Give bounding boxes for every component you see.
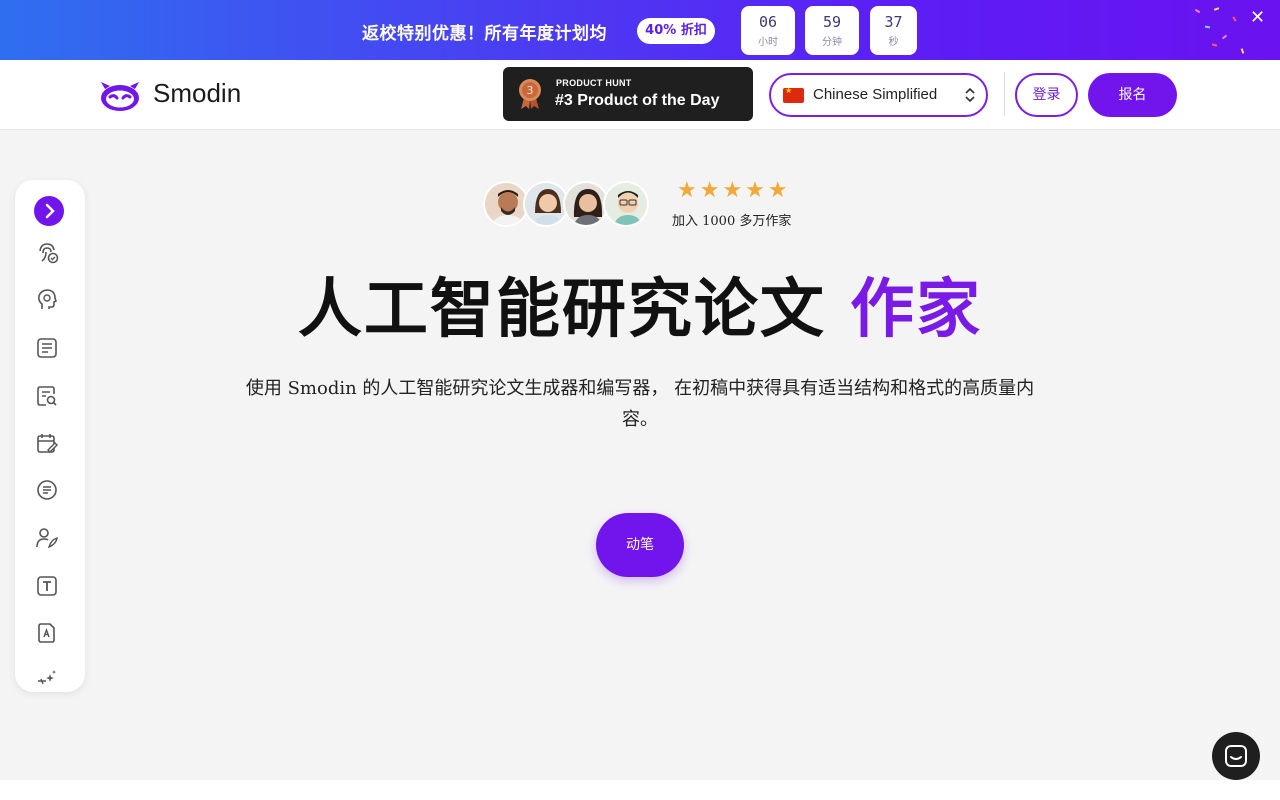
writers-count-text: 加入 1000 多万作家 — [672, 214, 792, 229]
medal-icon: 3 — [519, 79, 541, 109]
language-selector[interactable]: Chinese Simplified — [769, 73, 988, 117]
site-header: Smodin 3 PRODUCT HUNT #3 Product of the … — [0, 60, 1280, 130]
countdown-minutes-unit: 分钟 — [822, 37, 842, 48]
countdown-minutes-value: 59 — [822, 13, 842, 31]
start-writing-button[interactable]: 动笔 — [596, 513, 684, 577]
tools-sidebar — [15, 180, 85, 692]
countdown-hours: 06 小时 — [741, 6, 795, 55]
product-hunt-badge[interactable]: 3 PRODUCT HUNT #3 Product of the Day — [503, 67, 753, 121]
chat-icon — [1225, 745, 1247, 767]
robot-logo-icon[interactable] — [99, 79, 141, 111]
confetti-piece — [1240, 48, 1245, 54]
confetti-piece — [1232, 16, 1237, 22]
chevron-up-down-icon — [963, 85, 977, 106]
promo-banner: 返校特别优惠！所有年度计划均 40% 折扣 06 小时 59 分钟 37 秒 ✕ — [0, 0, 1280, 60]
confetti-piece — [1211, 43, 1218, 47]
countdown-seconds: 37 秒 — [870, 6, 917, 55]
countdown-seconds-value: 37 — [884, 13, 903, 31]
rating-stars: ★★★★★ — [677, 178, 791, 203]
page-subtitle: 使用 Smodin 的人工智能研究论文生成器和编写器， 在初稿中获得具有适当结构… — [245, 378, 1035, 430]
confetti-piece — [1213, 7, 1220, 11]
calendar-edit-icon[interactable] — [35, 431, 59, 455]
promo-text: 返校特别优惠！所有年度计划均 — [362, 24, 607, 44]
page-title: 人工智能研究论文 作家 — [0, 258, 1280, 350]
writer-avatars — [483, 181, 653, 229]
countdown-seconds-unit: 秒 — [888, 37, 899, 48]
countdown-hours-value: 06 — [758, 13, 778, 31]
chat-launcher[interactable] — [1212, 732, 1260, 780]
circle-lines-icon[interactable] — [35, 478, 59, 502]
sparkles-icon[interactable] — [35, 666, 59, 690]
header-divider — [1004, 72, 1005, 116]
confetti-piece — [1204, 25, 1211, 29]
confetti-piece — [1194, 8, 1201, 14]
signup-button[interactable]: 报名 — [1088, 73, 1177, 117]
footer-strip — [0, 780, 1280, 800]
page-title-accent: 作家 — [850, 272, 983, 347]
text-box-icon[interactable] — [35, 574, 59, 598]
close-icon[interactable]: ✕ — [1250, 7, 1265, 28]
logo-text[interactable]: Smodin — [153, 78, 241, 109]
discount-badge[interactable]: 40% 折扣 — [637, 18, 715, 44]
avatar — [603, 181, 649, 227]
chevron-right-icon[interactable] — [34, 196, 64, 226]
page-title-main: 人工智能研究论文 — [297, 272, 826, 347]
countdown-hours-unit: 小时 — [758, 37, 778, 48]
medal-rank: 3 — [527, 84, 534, 97]
confetti-piece — [1221, 34, 1228, 40]
document-ai-icon[interactable] — [35, 621, 59, 645]
document-search-icon[interactable] — [35, 384, 59, 408]
user-quill-icon[interactable] — [35, 526, 59, 550]
countdown-minutes: 59 分钟 — [805, 6, 859, 55]
login-button[interactable]: 登录 — [1015, 73, 1078, 117]
language-label: Chinese Simplified — [813, 86, 938, 103]
product-hunt-label: PRODUCT HUNT — [556, 78, 632, 88]
china-flag-icon — [783, 86, 804, 103]
product-hunt-rank: #3 Product of the Day — [555, 92, 720, 109]
